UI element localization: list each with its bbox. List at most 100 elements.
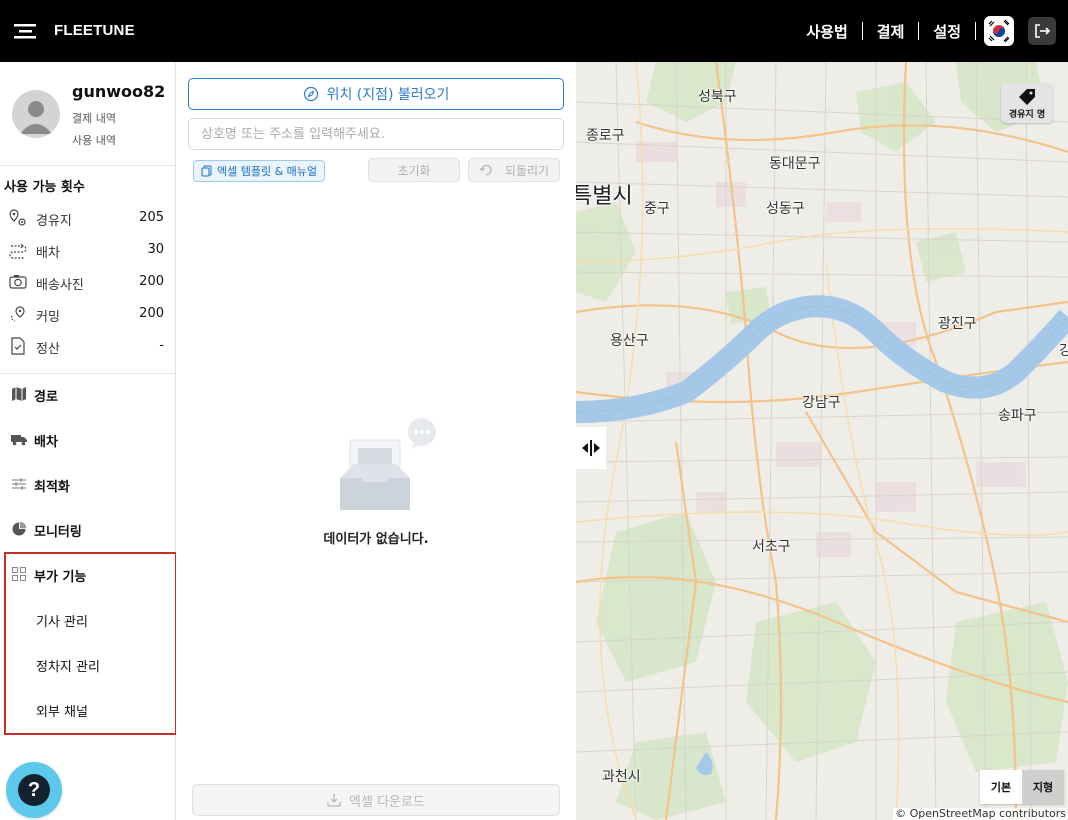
map-type-basic[interactable]: 기본	[980, 770, 1022, 804]
help-button[interactable]: ?	[6, 762, 62, 818]
nav-item-dispatch[interactable]: 배차	[0, 419, 176, 459]
usage-label: 커밍	[36, 310, 60, 325]
sidebar: gunwoo82 결제 내역 사용 내역 사용 가능 횟수 경유지 205 배차…	[0, 62, 177, 820]
nav-item-monitoring[interactable]: 모니터링	[0, 509, 176, 549]
map-view[interactable]: 성북구 종로구 동대문구 특별시 중구 성동구 광진구 용산구 강남구 송파구 …	[576, 62, 1068, 820]
avatar	[12, 90, 60, 138]
usage-value: -	[159, 338, 164, 353]
usage-value: 200	[139, 274, 164, 289]
payment-history-link[interactable]: 결제 내역	[72, 110, 116, 126]
username: gunwoo82	[72, 82, 166, 101]
nav-divider	[975, 22, 976, 40]
map-type-switcher: 기본 지형	[980, 770, 1064, 804]
map-icon	[11, 386, 27, 402]
usage-value: 30	[147, 242, 164, 257]
reset-button[interactable]: 초기화	[368, 158, 460, 182]
usage-value: 200	[139, 306, 164, 321]
usage-history-link[interactable]: 사용 내역	[72, 132, 116, 148]
map-label: 종로구	[586, 128, 625, 144]
usage-row-waypoint: 경유지 205	[0, 204, 176, 232]
sub-item-driver-management[interactable]: 기사 관리	[0, 599, 176, 639]
usage-row-coming: 커밍 200	[0, 300, 176, 328]
compass-icon	[303, 86, 318, 102]
dispatch-icon	[8, 240, 28, 260]
sub-item-label: 외부 채널	[36, 705, 88, 720]
location-panel: 위치 (지점) 불러오기 엑셀 템플릿 & 매뉴얼 초기화 되돌리기 데이터가 …	[176, 62, 576, 820]
top-bar: FLEETUNE 사용법 결제 설정	[0, 0, 1068, 62]
map-label: 동대문구	[769, 156, 821, 172]
hamburger-menu-icon[interactable]	[14, 21, 40, 41]
usage-row-dispatch: 배차 30	[0, 236, 176, 264]
nav-item-optimize[interactable]: 최적화	[0, 464, 176, 504]
sub-item-stop-management[interactable]: 정차지 관리	[0, 644, 176, 684]
top-nav: 사용법 결제 설정	[792, 15, 1056, 47]
nav-link-usage-guide[interactable]: 사용법	[792, 21, 861, 42]
map-label: 성북구	[698, 89, 737, 105]
location-pin-icon	[8, 304, 28, 324]
map-canvas[interactable]	[576, 62, 1068, 820]
map-label: 서초구	[752, 539, 791, 555]
tag-icon	[1019, 89, 1035, 105]
nav-label: 모니터링	[34, 525, 82, 540]
grid-icon	[11, 566, 27, 582]
camera-icon	[8, 272, 28, 292]
excel-template-label: 엑셀 템플릿 & 매뉴얼	[216, 165, 318, 178]
excel-template-button[interactable]: 엑셀 템플릿 & 매뉴얼	[193, 160, 325, 182]
sliders-icon	[11, 476, 27, 492]
usage-title: 사용 가능 횟수	[4, 180, 85, 195]
nav-item-extra-features[interactable]: 부가 기능	[0, 554, 176, 594]
nav-label: 최적화	[34, 480, 70, 495]
load-location-label: 위치 (지점) 불러오기	[326, 87, 450, 103]
undo-button[interactable]: 되돌리기	[468, 158, 560, 182]
usage-label: 경유지	[36, 214, 72, 229]
map-label: 중구	[644, 201, 670, 217]
map-type-terrain[interactable]: 지형	[1022, 770, 1064, 804]
load-location-button[interactable]: 위치 (지점) 불러오기	[188, 78, 564, 110]
map-label: 송파구	[998, 408, 1037, 424]
undo-icon	[479, 164, 492, 176]
waypoint-toggle-label: 경유지 명	[1008, 110, 1046, 120]
map-label: 광진구	[938, 316, 977, 332]
excel-download-button[interactable]: 엑셀 다운로드	[192, 784, 560, 816]
usage-label: 배송사진	[36, 278, 84, 293]
sub-item-external-channel[interactable]: 외부 채널	[0, 689, 176, 729]
question-icon: ?	[18, 774, 50, 806]
copy-icon	[201, 165, 212, 177]
nav-label: 경로	[34, 390, 58, 405]
nav-label: 부가 기능	[34, 570, 87, 585]
profile-section: gunwoo82 결제 내역 사용 내역	[0, 62, 176, 166]
map-label: 강남구	[802, 395, 841, 411]
usage-label: 배차	[36, 246, 60, 261]
truck-icon	[11, 431, 27, 447]
map-label: 과천시	[602, 769, 641, 785]
logout-icon[interactable]	[1028, 17, 1056, 45]
map-attribution[interactable]: © OpenStreetMap contributors	[893, 808, 1068, 820]
nav-link-settings[interactable]: 설정	[919, 21, 975, 42]
undo-label: 되돌리기	[504, 163, 550, 178]
usage-row-photo: 배송사진 200	[0, 268, 176, 296]
nav-link-payment[interactable]: 결제	[863, 21, 919, 42]
sub-item-label: 기사 관리	[36, 615, 88, 630]
settlement-icon	[8, 336, 28, 356]
empty-inbox-icon	[336, 414, 440, 514]
waypoint-name-toggle[interactable]: 경유지 명	[1001, 83, 1053, 123]
reset-label: 초기화	[397, 163, 431, 178]
download-icon	[327, 794, 341, 807]
sub-item-label: 정차지 관리	[36, 660, 100, 675]
map-label: 성동구	[766, 201, 805, 217]
map-label: 특별시	[576, 184, 633, 209]
usage-row-settlement: 정산 -	[0, 332, 176, 360]
download-label: 엑셀 다운로드	[349, 794, 425, 810]
map-label: 용산구	[610, 333, 649, 349]
language-flag-icon[interactable]	[984, 16, 1014, 46]
waypoint-icon	[8, 208, 28, 228]
usage-value: 205	[139, 210, 164, 225]
usage-label: 정산	[36, 342, 60, 357]
brand-logo[interactable]: FLEETUNE	[54, 22, 135, 39]
pie-chart-icon	[11, 521, 27, 537]
panel-resize-handle[interactable]	[576, 427, 606, 469]
nav-item-route[interactable]: 경로	[0, 374, 176, 414]
map-label: 강	[1059, 343, 1068, 359]
resize-arrows-icon	[582, 440, 600, 456]
search-input[interactable]	[188, 118, 564, 150]
